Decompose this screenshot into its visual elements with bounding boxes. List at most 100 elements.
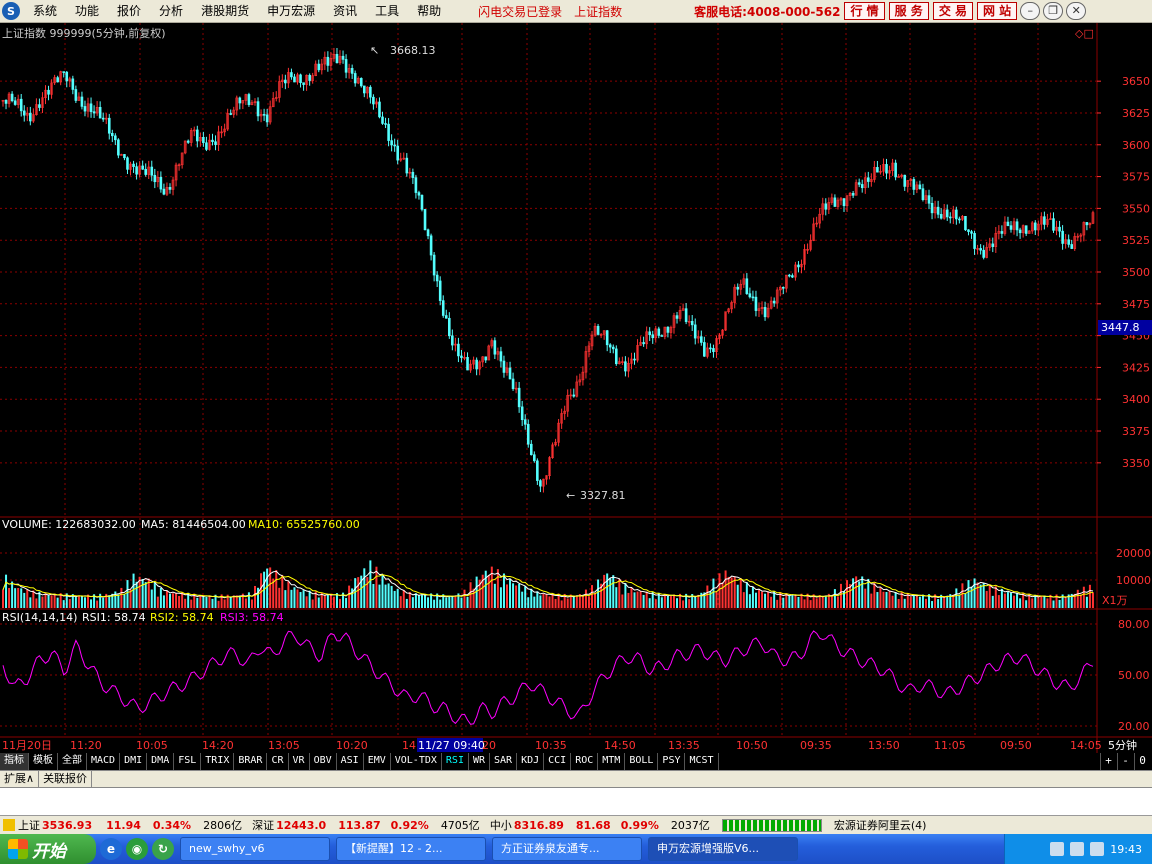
price-tick-label: 3375 (1122, 425, 1150, 438)
app-logo-icon[interactable]: S (2, 2, 20, 20)
volume-bar (466, 596, 469, 608)
ticker-lock-icon[interactable] (3, 819, 15, 831)
volume-bar (672, 594, 675, 608)
volume-bar (958, 594, 961, 608)
tab-template[interactable]: 模板 (29, 753, 58, 770)
volume-bar (293, 587, 296, 608)
menu-tools[interactable]: 工具 (366, 0, 408, 23)
tab-mtm[interactable]: MTM (598, 753, 626, 770)
volume-ma5-label: MA5: 81446504.00 (141, 518, 246, 531)
broker-server[interactable]: 宏源证券阿里云(4) (834, 817, 927, 833)
tab-trix[interactable]: TRIX (201, 753, 235, 770)
kline-chart[interactable]: 上证指数 999999(5分钟,前复权) ◇□ 3650 3625 3600 3575… (0, 23, 1152, 753)
browser-icon[interactable]: ◉ (126, 838, 148, 860)
task-reminder[interactable]: 【新提醒】12 - 2... (336, 837, 486, 861)
menu-analysis[interactable]: 分析 (150, 0, 192, 23)
tab-indicator[interactable]: 指标 (0, 753, 29, 770)
service-button[interactable]: 服 务 (888, 2, 929, 20)
task-founder[interactable]: 方正证券泉友通专... (492, 837, 642, 861)
tab-wr[interactable]: WR (469, 753, 491, 770)
tab-dma[interactable]: DMA (147, 753, 175, 770)
candle-body (432, 254, 436, 276)
tab-extend[interactable]: 扩展∧ (0, 771, 40, 787)
tab-vr[interactable]: VR (289, 753, 310, 770)
tab-mcst[interactable]: MCST (685, 753, 719, 770)
tray-icon-3[interactable] (1090, 842, 1105, 856)
candle-body (159, 176, 163, 190)
website-button[interactable]: 网 站 (977, 2, 1018, 20)
volume-bar (1003, 593, 1006, 608)
candle-body (457, 343, 460, 357)
ticker-sz-amount: 4705亿 (440, 819, 480, 832)
tab-psy[interactable]: PSY (658, 753, 686, 770)
volume-bar (244, 598, 247, 608)
tray-icon-2[interactable] (1070, 842, 1085, 856)
volume-bar (803, 599, 806, 608)
candle-body (384, 123, 387, 125)
ticker-zx-amount: 2037亿 (670, 819, 710, 832)
chart-toggle-icon[interactable]: ◇□ (1075, 27, 1094, 40)
menu-help[interactable]: 帮助 (408, 0, 450, 23)
tab-asi[interactable]: ASI (337, 753, 364, 770)
volume-bar (961, 583, 964, 608)
menu-swhy[interactable]: 申万宏源 (258, 0, 324, 23)
period-label[interactable]: 5分钟 (1108, 738, 1137, 752)
time-label: 09:50 (1000, 739, 1032, 752)
price-tick-label: 3625 (1122, 107, 1150, 120)
refresh-icon[interactable]: ↻ (152, 838, 174, 860)
tab-rsi[interactable]: RSI (442, 753, 469, 770)
candle-body (353, 73, 357, 84)
candle-body (539, 480, 542, 487)
close-icon[interactable]: ✕ (1066, 2, 1087, 20)
volume-bar (836, 596, 839, 608)
reset-button[interactable]: 0 (1134, 753, 1150, 770)
quote-button[interactable]: 行 情 (844, 2, 885, 20)
tab-fsl[interactable]: FSL (174, 753, 202, 770)
menu-quote[interactable]: 报价 (108, 0, 150, 23)
tray-icon-1[interactable] (1050, 842, 1065, 856)
tab-sar[interactable]: SAR (490, 753, 518, 770)
tab-boll[interactable]: BOLL (625, 753, 659, 770)
volume-bar (533, 596, 536, 608)
task-new-swhy[interactable]: new_swhy_v6 (180, 837, 330, 861)
volume-bar (943, 596, 946, 608)
tab-brar[interactable]: BRAR (234, 753, 268, 770)
start-button[interactable]: 开始 (0, 834, 96, 864)
menu-system[interactable]: 系统 (24, 0, 66, 23)
menu-hk-futures[interactable]: 港股期货 (192, 0, 258, 23)
candle-body (92, 111, 96, 114)
price-tick-label: 3500 (1122, 266, 1150, 279)
volume-bar (724, 570, 727, 608)
tab-cci[interactable]: CCI (544, 753, 572, 770)
zoom-in-button[interactable]: + (1100, 753, 1116, 770)
volume-bar (591, 585, 594, 608)
trade-button[interactable]: 交 易 (932, 2, 973, 20)
tab-roc[interactable]: ROC (571, 753, 599, 770)
volume-bar (694, 596, 697, 608)
tab-cr[interactable]: CR (267, 753, 289, 770)
task-swhy-v6[interactable]: 申万宏源增强版V6... (648, 837, 798, 861)
volume-bar (14, 588, 17, 608)
tab-emv[interactable]: EMV (364, 753, 391, 770)
minimize-icon[interactable]: – (1020, 2, 1041, 20)
restore-icon[interactable]: ❐ (1043, 2, 1064, 20)
volume-bar (47, 594, 50, 608)
candle-body (885, 164, 888, 174)
volume-bar (888, 591, 891, 608)
volume-bar (745, 582, 748, 608)
zoom-out-button[interactable]: - (1117, 753, 1133, 770)
ie-icon[interactable]: e (100, 838, 122, 860)
volume-bar (123, 594, 126, 608)
tab-kdj[interactable]: KDJ (517, 753, 545, 770)
tab-all[interactable]: 全部 (58, 753, 87, 770)
tab-macd[interactable]: MACD (87, 753, 121, 770)
menu-news[interactable]: 资讯 (324, 0, 366, 23)
candle-body (484, 356, 488, 361)
candle-body (979, 248, 982, 251)
tab-dmi[interactable]: DMI (120, 753, 148, 770)
tab-obv[interactable]: OBV (310, 753, 337, 770)
candle-body (369, 86, 372, 98)
tab-vol-tdx[interactable]: VOL-TDX (391, 753, 442, 770)
tab-related-quotes[interactable]: 关联报价 (39, 771, 93, 787)
menu-function[interactable]: 功能 (66, 0, 108, 23)
